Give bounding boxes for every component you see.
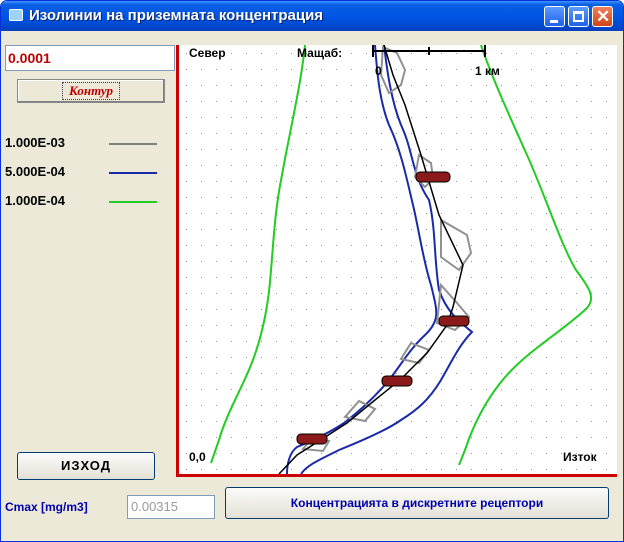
contour-value-input[interactable]: 0.0001 [5,45,175,71]
legend-label: 5.000E-04 [5,164,65,179]
legend-swatch-blue [109,172,157,174]
legend-label: 1.000E-04 [5,193,65,208]
receptor-grid [179,45,617,474]
contour-button[interactable]: Контур [17,79,165,103]
client-area: 0.0001 Контур 1.000E-03 5.000E-04 1.000E… [4,31,621,540]
exit-button[interactable]: ИЗХОД [17,452,155,480]
maximize-icon [573,11,584,22]
scale-label: Мащаб: [297,46,343,60]
contour-button-label: Контур [62,82,120,100]
scale-start-label: 0 [375,64,382,78]
scale-end-label: 1 км [475,64,500,78]
origin-label: 0,0 [189,450,206,464]
legend-swatch-grey [109,143,157,145]
window-title: Изолинии на приземната концентрация [29,7,324,24]
contour-plot-canvas [179,45,617,474]
minimize-icon [550,20,558,23]
cmax-label: Cmax [mg/m3] [5,500,88,514]
minimize-button[interactable] [544,6,565,27]
app-icon [9,9,23,21]
app-window: Изолинии на приземната концентрация ✕ 0.… [0,0,624,542]
receptors-concentration-button[interactable]: Концентрацията в дискретните рецептори [225,487,609,519]
maximize-button[interactable] [568,6,589,27]
cmax-field[interactable]: 0.00315 [127,495,215,519]
close-button[interactable]: ✕ [592,6,613,27]
legend-label: 1.000E-03 [5,135,65,150]
east-label: Изток [563,450,597,464]
legend-swatch-green [109,201,157,203]
north-label: Север [189,46,226,60]
contour-plot: Север Мащаб: 0 1 км 0,0 Изток [176,45,617,477]
title-bar[interactable]: Изолинии на приземната концентрация ✕ [1,1,623,31]
close-icon: ✕ [596,7,611,26]
